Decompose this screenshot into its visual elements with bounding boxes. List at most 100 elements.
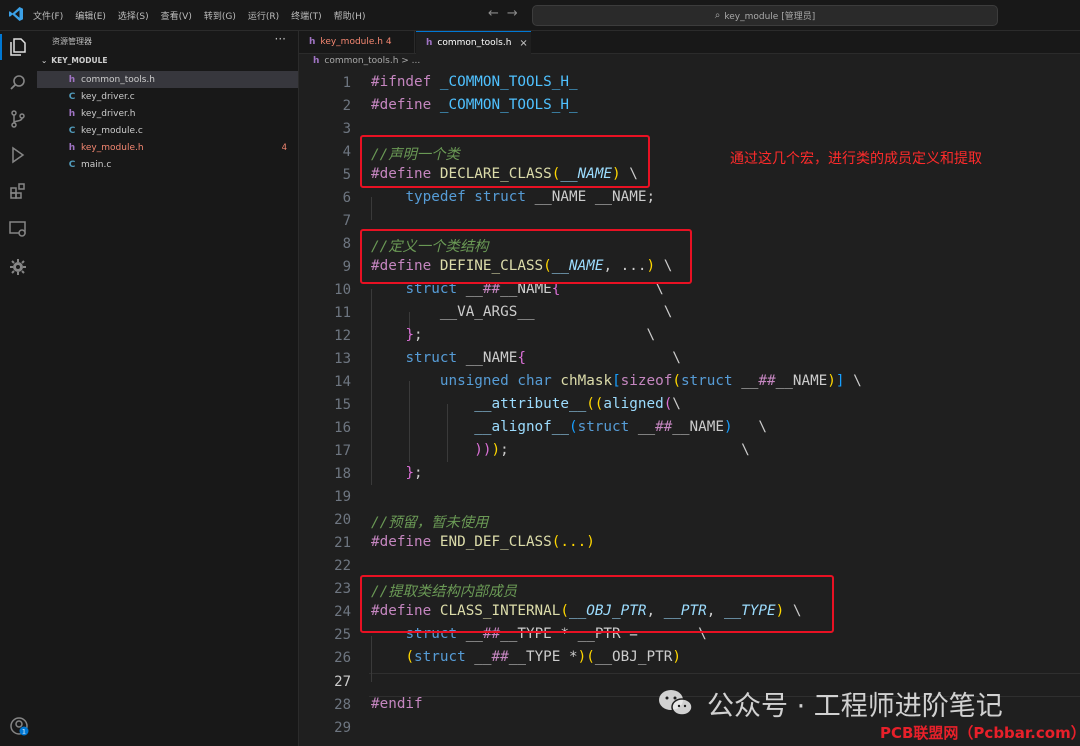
line-number: 1 (342, 75, 351, 91)
activity-bar: 1 (0, 31, 38, 746)
menu-terminal[interactable]: 终端(T) (291, 9, 322, 22)
file-name: main.c (81, 159, 112, 170)
file-item-key-driver-c[interactable]: C key_driver.c (37, 88, 298, 105)
close-icon[interactable]: × (519, 38, 527, 49)
line-number: 26 (334, 650, 351, 666)
line-number: 16 (334, 420, 351, 436)
code-line-17: ))); \ (474, 442, 750, 458)
line-number: 19 (334, 489, 351, 505)
h-file-icon: h (68, 108, 76, 119)
code-line-11: __VA_ARGS__ \ (439, 304, 673, 320)
tab-label: key_module.h 4 (320, 37, 392, 47)
menu-go[interactable]: 转到(G) (204, 9, 236, 22)
account-icon[interactable]: 1 (9, 716, 29, 736)
chevron-down-icon: ⌄ (41, 56, 48, 65)
line-number: 23 (334, 581, 351, 597)
highlight-box-define-class (360, 229, 692, 284)
line-number: 8 (342, 236, 351, 252)
line-number: 10 (334, 282, 351, 298)
c-file-icon: C (68, 125, 76, 136)
menu-run[interactable]: 运行(R) (248, 9, 279, 22)
code-line-18: }; (405, 465, 423, 481)
file-item-key-module-c[interactable]: C key_module.c (37, 122, 298, 139)
line-number: 6 (342, 190, 351, 206)
tab-label: common_tools.h (437, 38, 512, 48)
menu-view[interactable]: 查看(V) (161, 9, 192, 22)
line-number: 2 (342, 98, 351, 114)
menu-help[interactable]: 帮助(H) (334, 9, 366, 22)
explorer-icon[interactable] (8, 37, 28, 57)
file-name: key_module.h (81, 142, 144, 153)
line-number: 14 (334, 374, 351, 390)
line-number: 27 (334, 674, 351, 690)
code-line-6: typedef struct __NAME __NAME; (405, 189, 656, 205)
menu-bar: 文件(F) 编辑(E) 选择(S) 查看(V) 转到(G) 运行(R) 终端(T… (33, 0, 377, 30)
line-number: 25 (334, 627, 351, 643)
h-file-icon: h (68, 74, 76, 85)
folder-name: KEY_MODULE (51, 56, 108, 65)
code-line-26: (struct __##__TYPE *)(__OBJ_PTR) (405, 649, 681, 665)
more-actions-icon[interactable]: ··· (275, 32, 286, 46)
code-line-12: }; \ (405, 327, 656, 343)
watermark-text: 公众号 · 工程师进阶笔记 (707, 691, 1003, 722)
remote-explorer-icon[interactable] (8, 219, 28, 239)
c-file-icon: C (68, 91, 76, 102)
line-number: 18 (334, 466, 351, 482)
file-item-key-driver-h[interactable]: h key_driver.h (37, 105, 298, 122)
highlight-box-class-internal (360, 575, 834, 633)
file-item-common-tools-h[interactable]: h common_tools.h (37, 71, 298, 88)
nav-arrows: ←→ (488, 6, 526, 21)
breadcrumb[interactable]: h common_tools.h > ... (313, 56, 420, 66)
breadcrumb-text: common_tools.h > ... (324, 56, 421, 66)
folder-header[interactable]: ⌄ KEY_MODULE (41, 56, 107, 65)
line-number: 22 (334, 558, 351, 574)
line-number: 17 (334, 443, 351, 459)
h-file-icon: h (426, 38, 433, 48)
code-line-20: //预留，暂未使用 (371, 515, 489, 531)
line-number: 20 (334, 512, 351, 528)
menu-edit[interactable]: 编辑(E) (75, 9, 106, 22)
source-control-icon[interactable] (8, 109, 28, 129)
line-number: 15 (334, 397, 351, 413)
line-number: 4 (342, 144, 351, 160)
search-icon: ⌕ (714, 10, 721, 21)
back-arrow-icon[interactable]: ← (488, 6, 507, 21)
highlight-box-declare-class (360, 135, 650, 188)
code-line-21: #define END_DEF_CLASS(...) (371, 534, 595, 550)
file-item-main-c[interactable]: C main.c (37, 156, 298, 173)
settings-gear-icon[interactable] (8, 257, 28, 277)
file-name: common_tools.h (81, 74, 155, 85)
explorer-sidebar: 资源管理器 ··· ⌄ KEY_MODULE h common_tools.h C… (37, 31, 299, 746)
run-debug-icon[interactable] (8, 145, 28, 165)
editor-tabs: h key_module.h 4 h common_tools.h × (299, 31, 1080, 54)
vscode-logo-icon (9, 7, 23, 21)
h-file-icon: h (68, 142, 76, 153)
line-number: 7 (342, 213, 351, 229)
file-item-key-module-h[interactable]: h key_module.h 4 (37, 139, 298, 156)
file-name: key_driver.h (81, 108, 136, 119)
code-line-28: #endif (371, 696, 423, 712)
file-name: key_driver.c (81, 91, 135, 102)
line-number: 12 (334, 328, 351, 344)
line-number: 13 (334, 351, 351, 367)
site-watermark: PCB联盟网（Pcbbar.com） (880, 724, 1080, 742)
annotation-text: 通过这几个宏，进行类的成员定义和提取 (730, 151, 982, 167)
line-number: 28 (334, 697, 351, 713)
forward-arrow-icon[interactable]: → (507, 6, 526, 21)
line-number: 21 (334, 535, 351, 551)
command-center-search[interactable]: ⌕ key_module [管理员] (532, 5, 998, 26)
tab-common-tools-h[interactable]: h common_tools.h × (416, 31, 531, 54)
line-number: 9 (342, 259, 351, 275)
search-sidebar-icon[interactable] (8, 73, 28, 93)
h-file-icon: h (309, 37, 316, 47)
code-line-1: #ifndef _COMMON_TOOLS_H_ (371, 74, 578, 90)
code-line-13: struct __NAME{ \ (405, 350, 681, 366)
line-number: 29 (334, 720, 351, 736)
tab-key-module-h[interactable]: h key_module.h 4 (299, 31, 415, 53)
code-editor[interactable]: 1 2 3 4 5 6 7 8 9 10 11 12 13 14 15 16 1… (299, 70, 1080, 746)
extensions-icon[interactable] (8, 181, 28, 201)
menu-file[interactable]: 文件(F) (33, 9, 63, 22)
menu-selection[interactable]: 选择(S) (118, 9, 149, 22)
wechat-logo-icon (659, 690, 693, 716)
h-file-icon: h (313, 56, 320, 66)
